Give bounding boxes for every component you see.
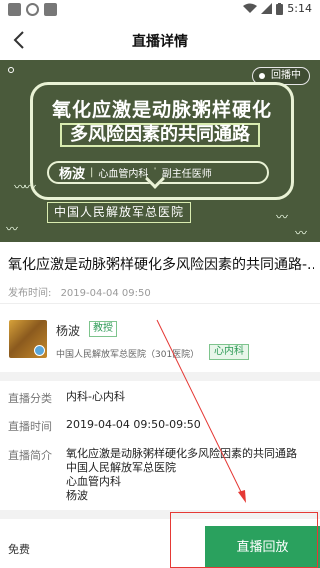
status-right: 5:14 (243, 2, 312, 15)
course-title: 氧化应激是动脉粥样硬化多风险因素的共同通路-... (8, 257, 314, 273)
banner-doctor-dept: 心血管内科 (98, 169, 149, 180)
banner-headline-line2: 多风险因素的共同通路 (60, 123, 260, 147)
avatar[interactable] (9, 320, 47, 358)
banner-hospital: 中国人民解放军总医院 (47, 202, 192, 223)
time-value: 2019-04-04 09:50-09:50 (66, 418, 201, 431)
section-gap (0, 510, 320, 519)
live-banner[interactable]: 回播中 〰〰 〰 〰 〰 氧化应激是动脉粥样硬化 多风险因素的共同通路 杨波 |… (0, 60, 320, 242)
battery-icon (276, 2, 284, 15)
summary-line: 氧化应激是动脉粥样硬化多风险因素的共同通路 (66, 447, 297, 460)
speech-bubble: 氧化应激是动脉粥样硬化 多风险因素的共同通路 杨波 | 心血管内科 | 副主任医… (30, 82, 294, 200)
separator: | (90, 167, 94, 178)
price-label: 免费 (8, 543, 30, 556)
banner-doctor-rank: 副主任医师 (161, 169, 212, 180)
time-label: 直播时间 (8, 420, 52, 433)
divider (0, 303, 320, 304)
summary-line: 中国人民解放军总医院 (66, 461, 176, 474)
app-icon (44, 3, 57, 16)
replay-button[interactable]: 直播回放 (205, 526, 320, 568)
publish-label: 发布时间: (8, 288, 52, 299)
summary-line: 杨波 (66, 489, 88, 502)
nav-bar: 直播详情 (0, 20, 320, 60)
page-title: 直播详情 (132, 34, 188, 50)
sync-icon (26, 3, 39, 16)
wave-decoration-icon: 〰 (6, 222, 18, 236)
notification-icon (8, 3, 21, 16)
bottom-bar: 免费 直播回放 (0, 519, 320, 568)
summary-label: 直播简介 (8, 449, 52, 462)
summary-value: 氧化应激是动脉粥样硬化多风险因素的共同通路 中国人民解放军总医院 心血管内科 杨… (66, 447, 297, 503)
wave-decoration-icon: 〰 (276, 210, 288, 224)
summary-line: 心血管内科 (66, 475, 121, 488)
wave-decoration-icon: 〰 (295, 226, 307, 240)
circle-decoration (8, 67, 14, 73)
wifi-icon (243, 3, 258, 13)
category-label: 直播分类 (8, 392, 52, 405)
doctor-hospital: 中国人民解放军总医院（301医院） (56, 350, 200, 360)
banner-headline-line1: 氧化应激是动脉粥样硬化 (51, 99, 272, 121)
status-bar: 5:14 (0, 0, 320, 20)
status-left-icons (8, 3, 57, 16)
publish-time: 发布时间: 2019-04-04 09:50 (8, 284, 151, 299)
department-tag: 心内科 (209, 344, 249, 360)
section-gap (0, 372, 320, 381)
status-time: 5:14 (287, 2, 312, 15)
banner-doctor-name: 杨波 (59, 167, 86, 182)
doctor-title-tag: 教授 (89, 321, 117, 337)
category-value: 内科-心内科 (66, 390, 125, 403)
publish-value: 2019-04-04 09:50 (60, 288, 151, 299)
doctor-name[interactable]: 杨波 (56, 322, 80, 339)
signal-icon (261, 3, 273, 14)
